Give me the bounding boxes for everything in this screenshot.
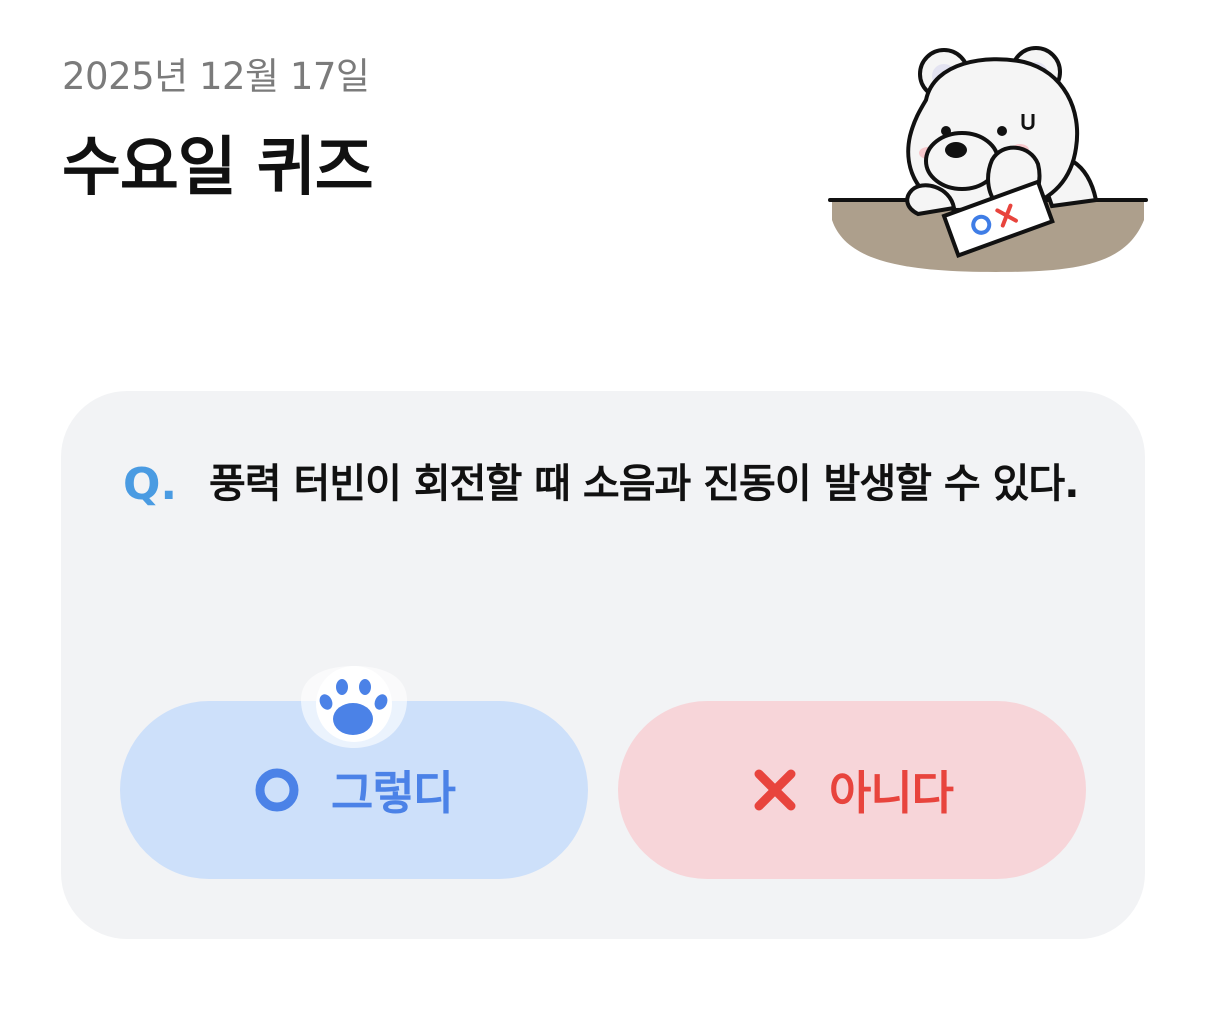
polar-bear-illustration xyxy=(826,40,1150,276)
x-mark-icon xyxy=(754,769,796,811)
paw-icon xyxy=(301,666,407,748)
question-text: 풍력 터빈이 회전할 때 소음과 진동이 발생할 수 있다. xyxy=(209,461,1079,507)
page-title: 수요일 퀴즈 xyxy=(62,131,374,205)
answer-no-label: 아니다 xyxy=(829,766,954,820)
answer-yes-label: 그렇다 xyxy=(331,766,456,820)
answer-no-button[interactable]: 아니다 xyxy=(618,701,1086,879)
quiz-date: 2025년 12월 17일 xyxy=(62,55,370,98)
circle-o-icon xyxy=(255,768,299,812)
question-prefix: Q. xyxy=(123,459,178,510)
